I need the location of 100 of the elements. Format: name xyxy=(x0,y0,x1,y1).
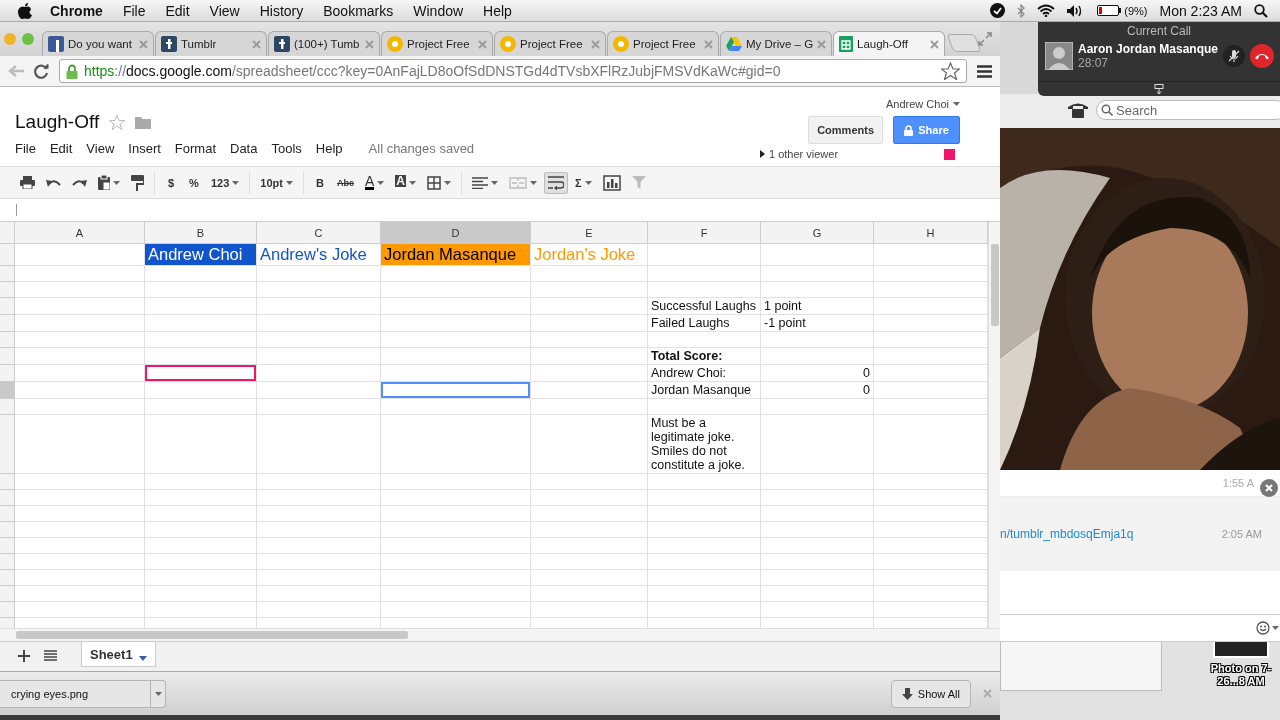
column-header[interactable]: D xyxy=(381,222,531,244)
column-header[interactable]: C xyxy=(257,222,381,244)
menu-item[interactable]: View xyxy=(86,141,115,156)
sheet-tab[interactable]: Sheet1 xyxy=(81,642,156,667)
scrollbar[interactable] xyxy=(0,628,1000,641)
menu-item[interactable]: File xyxy=(15,141,36,156)
toolbar-button[interactable]: Σ xyxy=(571,171,596,194)
toolbar-button[interactable]: B xyxy=(310,171,330,194)
column-header[interactable]: B xyxy=(145,222,257,244)
document-title[interactable]: Laugh-Off xyxy=(15,111,100,133)
star-icon[interactable] xyxy=(109,114,126,130)
hang-up-icon[interactable] xyxy=(1250,44,1275,68)
window-zoom-button[interactable] xyxy=(22,33,34,45)
mute-microphone-icon[interactable] xyxy=(1223,45,1246,67)
toolbar-button[interactable]: 10pt xyxy=(256,171,297,194)
row-header[interactable] xyxy=(0,570,15,586)
browser-tab[interactable]: Project Free xyxy=(607,31,719,56)
menu-item[interactable]: View xyxy=(209,2,240,19)
viewers-link[interactable]: 1 other viewer xyxy=(769,148,839,160)
column-header[interactable]: A xyxy=(15,222,145,244)
row-header[interactable] xyxy=(0,538,15,554)
address-bar[interactable]: https://docs.google.com/spreadsheet/ccc?key=0AnFajLD8oOfSdDNSTGd4dTVsbXFlRzJubjFMSVdKaWc#gid=0 xyxy=(59,59,967,83)
message-field[interactable] xyxy=(1000,614,1280,642)
row-header[interactable] xyxy=(0,282,15,298)
toolbar-button[interactable]: A xyxy=(391,171,420,194)
smiley-icon[interactable] xyxy=(1256,621,1270,635)
row-header[interactable] xyxy=(0,244,15,266)
show-all-button[interactable]: Show All xyxy=(890,679,971,708)
toolbar-button[interactable]: Abc xyxy=(333,171,358,194)
new-tab-button[interactable] xyxy=(946,34,982,52)
toolbar-button[interactable]: 123 xyxy=(207,171,244,194)
menu-item[interactable]: Tools xyxy=(271,141,302,156)
window-minimize-button[interactable] xyxy=(4,33,16,45)
column-header[interactable]: G xyxy=(761,222,874,244)
user-menu[interactable]: Andrew Choi xyxy=(886,98,960,110)
row-header[interactable] xyxy=(0,315,15,332)
expand-icon[interactable] xyxy=(1154,84,1164,94)
row-header[interactable] xyxy=(0,474,15,490)
back-arrow-icon[interactable] xyxy=(8,65,24,77)
row-header[interactable] xyxy=(0,522,15,538)
battery-icon[interactable] xyxy=(1097,5,1122,16)
browser-tab[interactable]: Project Free xyxy=(494,31,606,56)
menu-item[interactable]: Window xyxy=(413,2,464,19)
bluetooth-icon[interactable] xyxy=(1017,3,1026,18)
corner-header[interactable] xyxy=(0,222,15,244)
row-header[interactable] xyxy=(0,382,15,399)
tab-close-icon[interactable] xyxy=(365,39,374,49)
row-header[interactable] xyxy=(0,415,15,474)
menu-item[interactable]: Help xyxy=(483,2,512,19)
row-header[interactable] xyxy=(0,332,15,348)
row-header[interactable] xyxy=(0,554,15,570)
menu-item[interactable]: Bookmarks xyxy=(323,2,394,19)
file-label[interactable]: Photo on 7-26...8 AM xyxy=(1204,662,1278,688)
column-header[interactable]: F xyxy=(648,222,761,244)
menu-item[interactable]: Data xyxy=(230,141,258,156)
apple-logo-icon[interactable] xyxy=(18,2,32,19)
search-field[interactable]: Search xyxy=(1096,100,1280,120)
toolbar-button[interactable] xyxy=(544,171,568,194)
search-icon[interactable] xyxy=(1254,3,1268,18)
row-header[interactable] xyxy=(0,348,15,365)
row-header[interactable] xyxy=(0,602,15,618)
tab-close-icon[interactable] xyxy=(252,39,261,49)
download-item[interactable]: crying eyes.png xyxy=(0,679,166,708)
fullscreen-icon[interactable] xyxy=(978,32,992,46)
menu-item[interactable]: Edit xyxy=(49,141,73,156)
row-header[interactable] xyxy=(0,266,15,282)
browser-tab[interactable]: Project Free xyxy=(381,31,493,56)
toolbar-button[interactable]: A xyxy=(361,171,389,194)
add-icon[interactable] xyxy=(18,650,30,662)
row-header[interactable] xyxy=(0,399,15,415)
menu-item[interactable]: File xyxy=(122,2,146,19)
menu-icon[interactable] xyxy=(977,64,992,78)
toolbar-button[interactable]: $ xyxy=(161,171,181,194)
row-header[interactable] xyxy=(0,586,15,602)
tab-close-icon[interactable] xyxy=(139,39,148,49)
close-icon[interactable] xyxy=(1260,479,1278,497)
tab-close-icon[interactable] xyxy=(704,39,713,49)
row-header[interactable] xyxy=(0,365,15,382)
browser-tab[interactable]: Do you want xyxy=(42,31,154,56)
comments-button[interactable]: Comments xyxy=(808,116,883,144)
tab-close-icon[interactable] xyxy=(591,39,600,49)
clock[interactable]: Mon 2:23 AM xyxy=(1159,2,1242,19)
row-header[interactable] xyxy=(0,298,15,315)
scrollbar[interactable] xyxy=(988,222,1000,628)
check-badge-icon[interactable] xyxy=(990,3,1006,18)
menu-item[interactable]: Insert xyxy=(128,141,161,156)
star-icon[interactable] xyxy=(941,62,960,80)
toolbar-button[interactable]: % xyxy=(184,171,204,194)
column-header[interactable]: E xyxy=(531,222,648,244)
list-icon[interactable] xyxy=(44,650,57,661)
tab-close-icon[interactable] xyxy=(817,39,827,49)
column-header[interactable]: H xyxy=(874,222,988,244)
phone-icon[interactable] xyxy=(1068,102,1088,118)
tab-close-icon[interactable] xyxy=(930,39,939,49)
reload-icon[interactable] xyxy=(34,63,49,79)
wifi-icon[interactable] xyxy=(1037,4,1056,17)
browser-tab[interactable]: Tumblr xyxy=(155,31,267,56)
triangle-right-icon[interactable] xyxy=(760,150,765,158)
browser-tab[interactable]: (100+) Tumb xyxy=(268,31,380,56)
menu-item[interactable]: Format xyxy=(174,141,216,156)
